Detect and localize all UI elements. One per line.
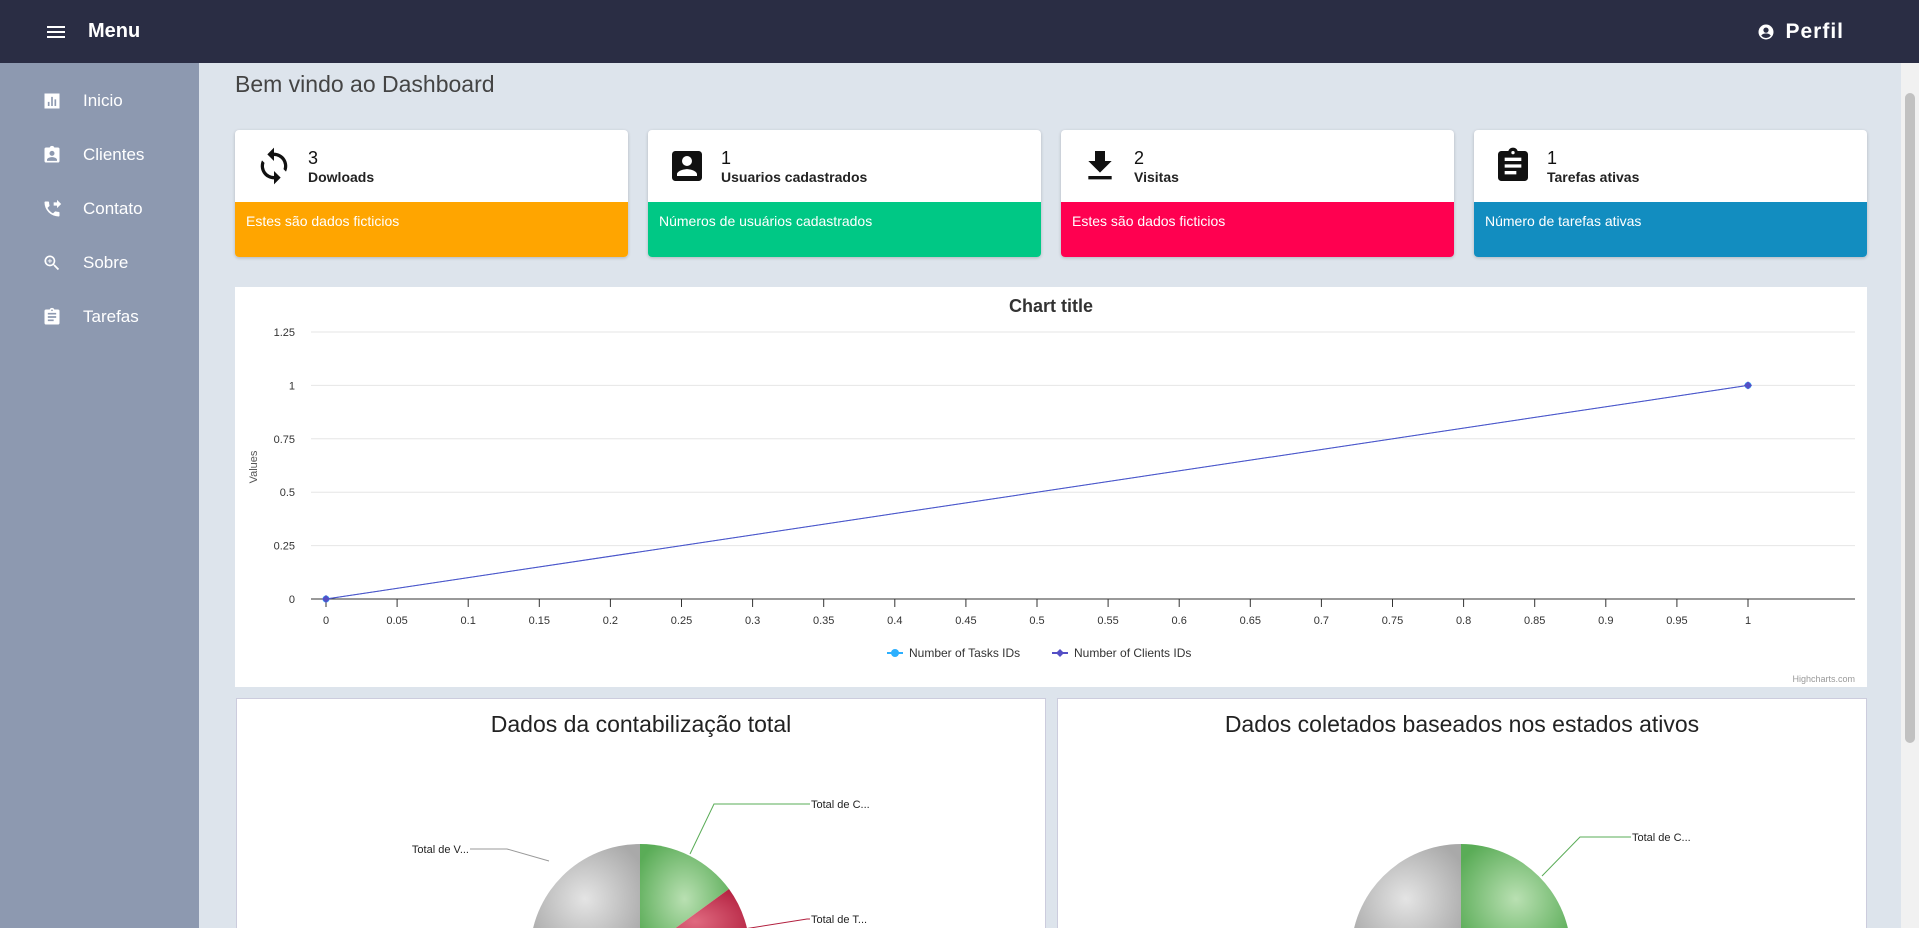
- pie-label: Total de C...: [1632, 832, 1691, 844]
- stat-value: 3: [308, 147, 319, 168]
- x-tick-label: 0.85: [1524, 615, 1545, 627]
- x-tick-label: 0.25: [671, 615, 692, 627]
- menu-label: Menu: [88, 20, 141, 42]
- pie-slice-green[interactable]: [1461, 844, 1571, 928]
- x-tick-label: 0.05: [386, 615, 407, 627]
- pie-connector: [470, 848, 550, 862]
- phone-forward-icon: [44, 199, 62, 217]
- sidebar-item-label: Tarefas: [83, 307, 139, 326]
- pie-connector: [689, 803, 810, 855]
- pie-label: Total de C...: [811, 799, 870, 811]
- y-tick-label: 0: [289, 594, 295, 606]
- stat-footer: Estes são dados ficticios: [1061, 202, 1454, 257]
- stat-card-usuarios: 1 Usuarios cadastrados Números de usuári…: [648, 130, 1041, 257]
- pie-chart: Total de C...: [1351, 832, 1691, 928]
- legend-label: Number of Tasks IDs: [909, 646, 1020, 660]
- sidebar: Inicio Clientes Contato Sobre Tarefas: [0, 63, 199, 928]
- stat-label: Usuarios cadastrados: [721, 168, 868, 185]
- account-circle-icon: [1758, 24, 1774, 39]
- stat-label: Visitas: [1134, 168, 1179, 185]
- x-tick-label: 0.7: [1314, 615, 1329, 627]
- pie-connector: [1541, 836, 1631, 877]
- x-tick-label: 0.4: [887, 615, 902, 627]
- profile-label: Perfil: [1785, 19, 1844, 43]
- pie-chart-panel-states: Dados coletados baseados nos estados ati…: [1057, 698, 1867, 928]
- x-tick-label: 0.35: [813, 615, 834, 627]
- x-tick-label: 0: [323, 615, 329, 627]
- scrollbar-thumb[interactable]: [1905, 93, 1915, 743]
- x-tick-label: 0.75: [1382, 615, 1403, 627]
- x-tick-label: 0.15: [529, 615, 550, 627]
- pie-slice-gray[interactable]: [530, 844, 640, 928]
- sidebar-item-label: Inicio: [83, 91, 123, 110]
- zoom-icon: [44, 255, 60, 271]
- legend-marker: [891, 649, 899, 657]
- y-tick-label: 0.5: [280, 487, 295, 499]
- x-tick-label: 1: [1745, 615, 1751, 627]
- x-tick-label: 0.2: [603, 615, 618, 627]
- y-tick-label: 1: [289, 380, 295, 392]
- contact-card-icon: [44, 145, 60, 163]
- page-scrollbar[interactable]: [1901, 63, 1919, 928]
- sidebar-item-sobre[interactable]: Sobre: [0, 236, 199, 290]
- stat-card-tarefas: 1 Tarefas ativas Número de tarefas ativa…: [1474, 130, 1867, 257]
- pie-connector: [747, 918, 810, 928]
- stat-value: 2: [1134, 147, 1145, 168]
- account-box-icon: [672, 151, 702, 181]
- sidebar-item-clientes[interactable]: Clientes: [0, 128, 199, 182]
- sidebar-item-label: Sobre: [83, 253, 129, 272]
- sidebar-item-inicio[interactable]: Inicio: [0, 74, 199, 128]
- page-title: Bem vindo ao Dashboard: [235, 71, 495, 97]
- top-bar: Menu Perfil: [0, 0, 1919, 63]
- data-point: [322, 595, 330, 603]
- pie-slice-gray[interactable]: [1351, 844, 1461, 928]
- x-tick-label: 0.5: [1029, 615, 1044, 627]
- y-axis-label: Values: [248, 450, 260, 483]
- sidebar-item-label: Clientes: [83, 145, 145, 164]
- clipboard-icon: [44, 307, 60, 325]
- stat-footer: Números de usuários cadastrados: [648, 202, 1041, 257]
- stat-label: Dowloads: [308, 168, 375, 185]
- hamburger-icon: [47, 25, 65, 38]
- legend-label: Number of Clients IDs: [1074, 646, 1191, 660]
- x-tick-label: 0.95: [1666, 615, 1687, 627]
- pie-label: Total de T...: [811, 914, 867, 926]
- pie-chart-panel-totals: Dados da contabilização total Total de C…: [236, 698, 1046, 928]
- y-tick-label: 0.75: [274, 434, 295, 446]
- sync-icon: [260, 147, 288, 185]
- stat-card-visitas: 2 Visitas Estes são dados ficticios: [1061, 130, 1454, 257]
- x-tick-label: 0.9: [1598, 615, 1613, 627]
- data-point: [1744, 381, 1752, 390]
- y-tick-label: 0.25: [274, 541, 295, 553]
- x-tick-label: 0.45: [955, 615, 976, 627]
- x-tick-label: 0.6: [1172, 615, 1187, 627]
- stat-label: Tarefas ativas: [1547, 168, 1640, 185]
- chart-credits: Highcharts.com: [1792, 674, 1855, 684]
- x-tick-label: 0.65: [1240, 615, 1261, 627]
- download-icon: [1088, 151, 1112, 180]
- x-tick-label: 0.8: [1456, 615, 1471, 627]
- sidebar-item-tarefas[interactable]: Tarefas: [0, 290, 199, 344]
- pie-chart: Total de C... Total de T... Total de V..…: [412, 799, 870, 928]
- profile-button[interactable]: Perfil: [1757, 0, 1844, 63]
- bar-chart-icon: [44, 93, 60, 109]
- x-tick-label: 0.3: [745, 615, 760, 627]
- clipboard-icon: [1498, 147, 1528, 181]
- sidebar-item-label: Contato: [83, 199, 143, 218]
- stat-footer: Número de tarefas ativas: [1474, 202, 1867, 257]
- chart-title: Chart title: [1009, 296, 1093, 316]
- line-chart-panel: Chart title 0 0.25 0.5 0.75 1 1.25 0 0.05 0.1 0.15…: [235, 287, 1867, 687]
- line-chart: Chart title 0 0.25 0.5 0.75 1 1.25 0 0.05 0.1 0.15…: [248, 296, 1855, 684]
- stat-value: 1: [1547, 147, 1558, 168]
- x-tick-label: 0.1: [461, 615, 476, 627]
- legend-marker: [1056, 649, 1064, 657]
- stat-value: 1: [721, 147, 732, 168]
- x-tick-label: 0.55: [1097, 615, 1118, 627]
- sidebar-item-contato[interactable]: Contato: [0, 182, 199, 236]
- pie-label: Total de V...: [412, 844, 469, 856]
- menu-button[interactable]: Menu: [44, 20, 140, 44]
- stat-card-downloads: 3 Dowloads Estes são dados ficticios: [235, 130, 628, 257]
- stat-footer: Estes são dados ficticios: [235, 202, 628, 257]
- y-tick-label: 1.25: [274, 327, 295, 339]
